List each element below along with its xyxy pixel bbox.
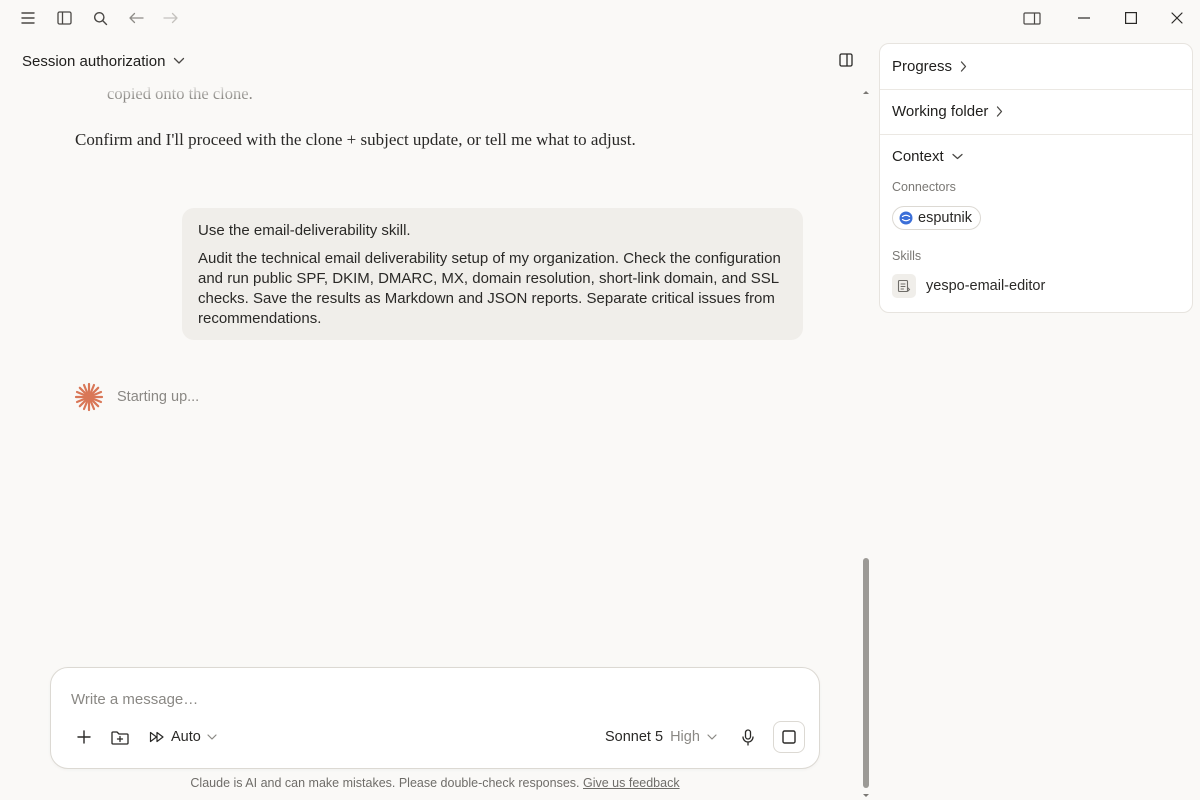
chevron-down-icon xyxy=(707,734,717,740)
menu-icon[interactable] xyxy=(18,8,38,28)
context-section[interactable]: Context xyxy=(880,134,1192,179)
progress-label: Progress xyxy=(892,58,953,75)
message-composer: Auto Sonnet 5 High xyxy=(50,667,820,769)
session-title: Session authorization xyxy=(22,52,166,70)
mode-selector[interactable]: Auto xyxy=(149,726,217,748)
toggle-side-panel-icon[interactable] xyxy=(836,50,856,70)
user-message-body: Audit the technical email deliverability… xyxy=(198,250,781,327)
skills-heading: Skills xyxy=(892,249,922,263)
model-selector[interactable]: Sonnet 5 High xyxy=(605,726,717,748)
fast-forward-icon xyxy=(149,731,164,743)
chevron-right-icon xyxy=(997,106,1003,117)
progress-section[interactable]: Progress xyxy=(880,44,1192,89)
close-icon[interactable] xyxy=(1167,8,1187,28)
connector-chip-esputnik[interactable]: esputnik xyxy=(892,206,982,230)
skill-name: yespo-email-editor xyxy=(926,278,1046,294)
scroll-up-arrow[interactable] xyxy=(861,84,871,94)
side-panel: Progress Working folder Context Connecto… xyxy=(879,43,1193,313)
back-arrow-icon[interactable] xyxy=(126,8,146,28)
status-indicator: Starting up... xyxy=(73,381,199,413)
minimize-icon[interactable] xyxy=(1074,8,1094,28)
scrollbar-thumb[interactable] xyxy=(863,558,869,788)
user-message-bubble: Use the email-deliverability skill. Audi… xyxy=(182,208,803,340)
effort-level: High xyxy=(670,729,700,745)
context-label: Context xyxy=(892,148,944,165)
chevron-down-icon xyxy=(207,734,217,740)
model-name: Sonnet 5 xyxy=(605,729,664,745)
assistant-message: Confirm and I'll proceed with the clone … xyxy=(75,130,636,149)
chevron-down-icon xyxy=(174,57,185,64)
connector-name: esputnik xyxy=(918,210,973,226)
disclaimer: Claude is AI and can make mistakes. Plea… xyxy=(0,776,870,790)
skill-icon xyxy=(892,274,916,298)
add-attachment-icon[interactable] xyxy=(73,726,95,748)
disclaimer-text: Claude is AI and can make mistakes. Plea… xyxy=(190,776,580,790)
working-folder-section[interactable]: Working folder xyxy=(880,89,1192,134)
stop-icon xyxy=(782,730,796,744)
claude-spark-icon xyxy=(74,382,104,412)
title-bar xyxy=(0,0,1200,36)
skill-item-yespo-email-editor[interactable]: yespo-email-editor xyxy=(892,274,1045,298)
feedback-link[interactable]: Give us feedback xyxy=(583,776,680,790)
search-icon[interactable] xyxy=(90,8,110,28)
esputnik-logo-icon xyxy=(899,211,913,225)
conversation-area[interactable]: copied onto the clone. Confirm and I'll … xyxy=(16,84,850,654)
chevron-right-icon xyxy=(960,61,967,72)
chevron-down-icon xyxy=(952,153,963,160)
scroll-fade xyxy=(16,84,850,98)
maximize-icon[interactable] xyxy=(1121,8,1141,28)
panel-layout-icon[interactable] xyxy=(1021,8,1043,28)
connectors-heading: Connectors xyxy=(892,180,956,194)
working-folder-label: Working folder xyxy=(892,103,989,120)
microphone-icon[interactable] xyxy=(737,726,759,748)
user-message-line: Use the email-deliverability skill. xyxy=(198,222,411,239)
status-text: Starting up... xyxy=(117,389,200,405)
mode-label: Auto xyxy=(171,729,201,745)
forward-arrow-icon[interactable] xyxy=(161,8,181,28)
stop-button[interactable] xyxy=(773,721,805,753)
sidebar-toggle-icon[interactable] xyxy=(54,8,74,28)
session-title-dropdown[interactable]: Session authorization xyxy=(22,50,185,72)
add-folder-icon[interactable] xyxy=(109,726,131,748)
message-input[interactable] xyxy=(71,686,791,712)
